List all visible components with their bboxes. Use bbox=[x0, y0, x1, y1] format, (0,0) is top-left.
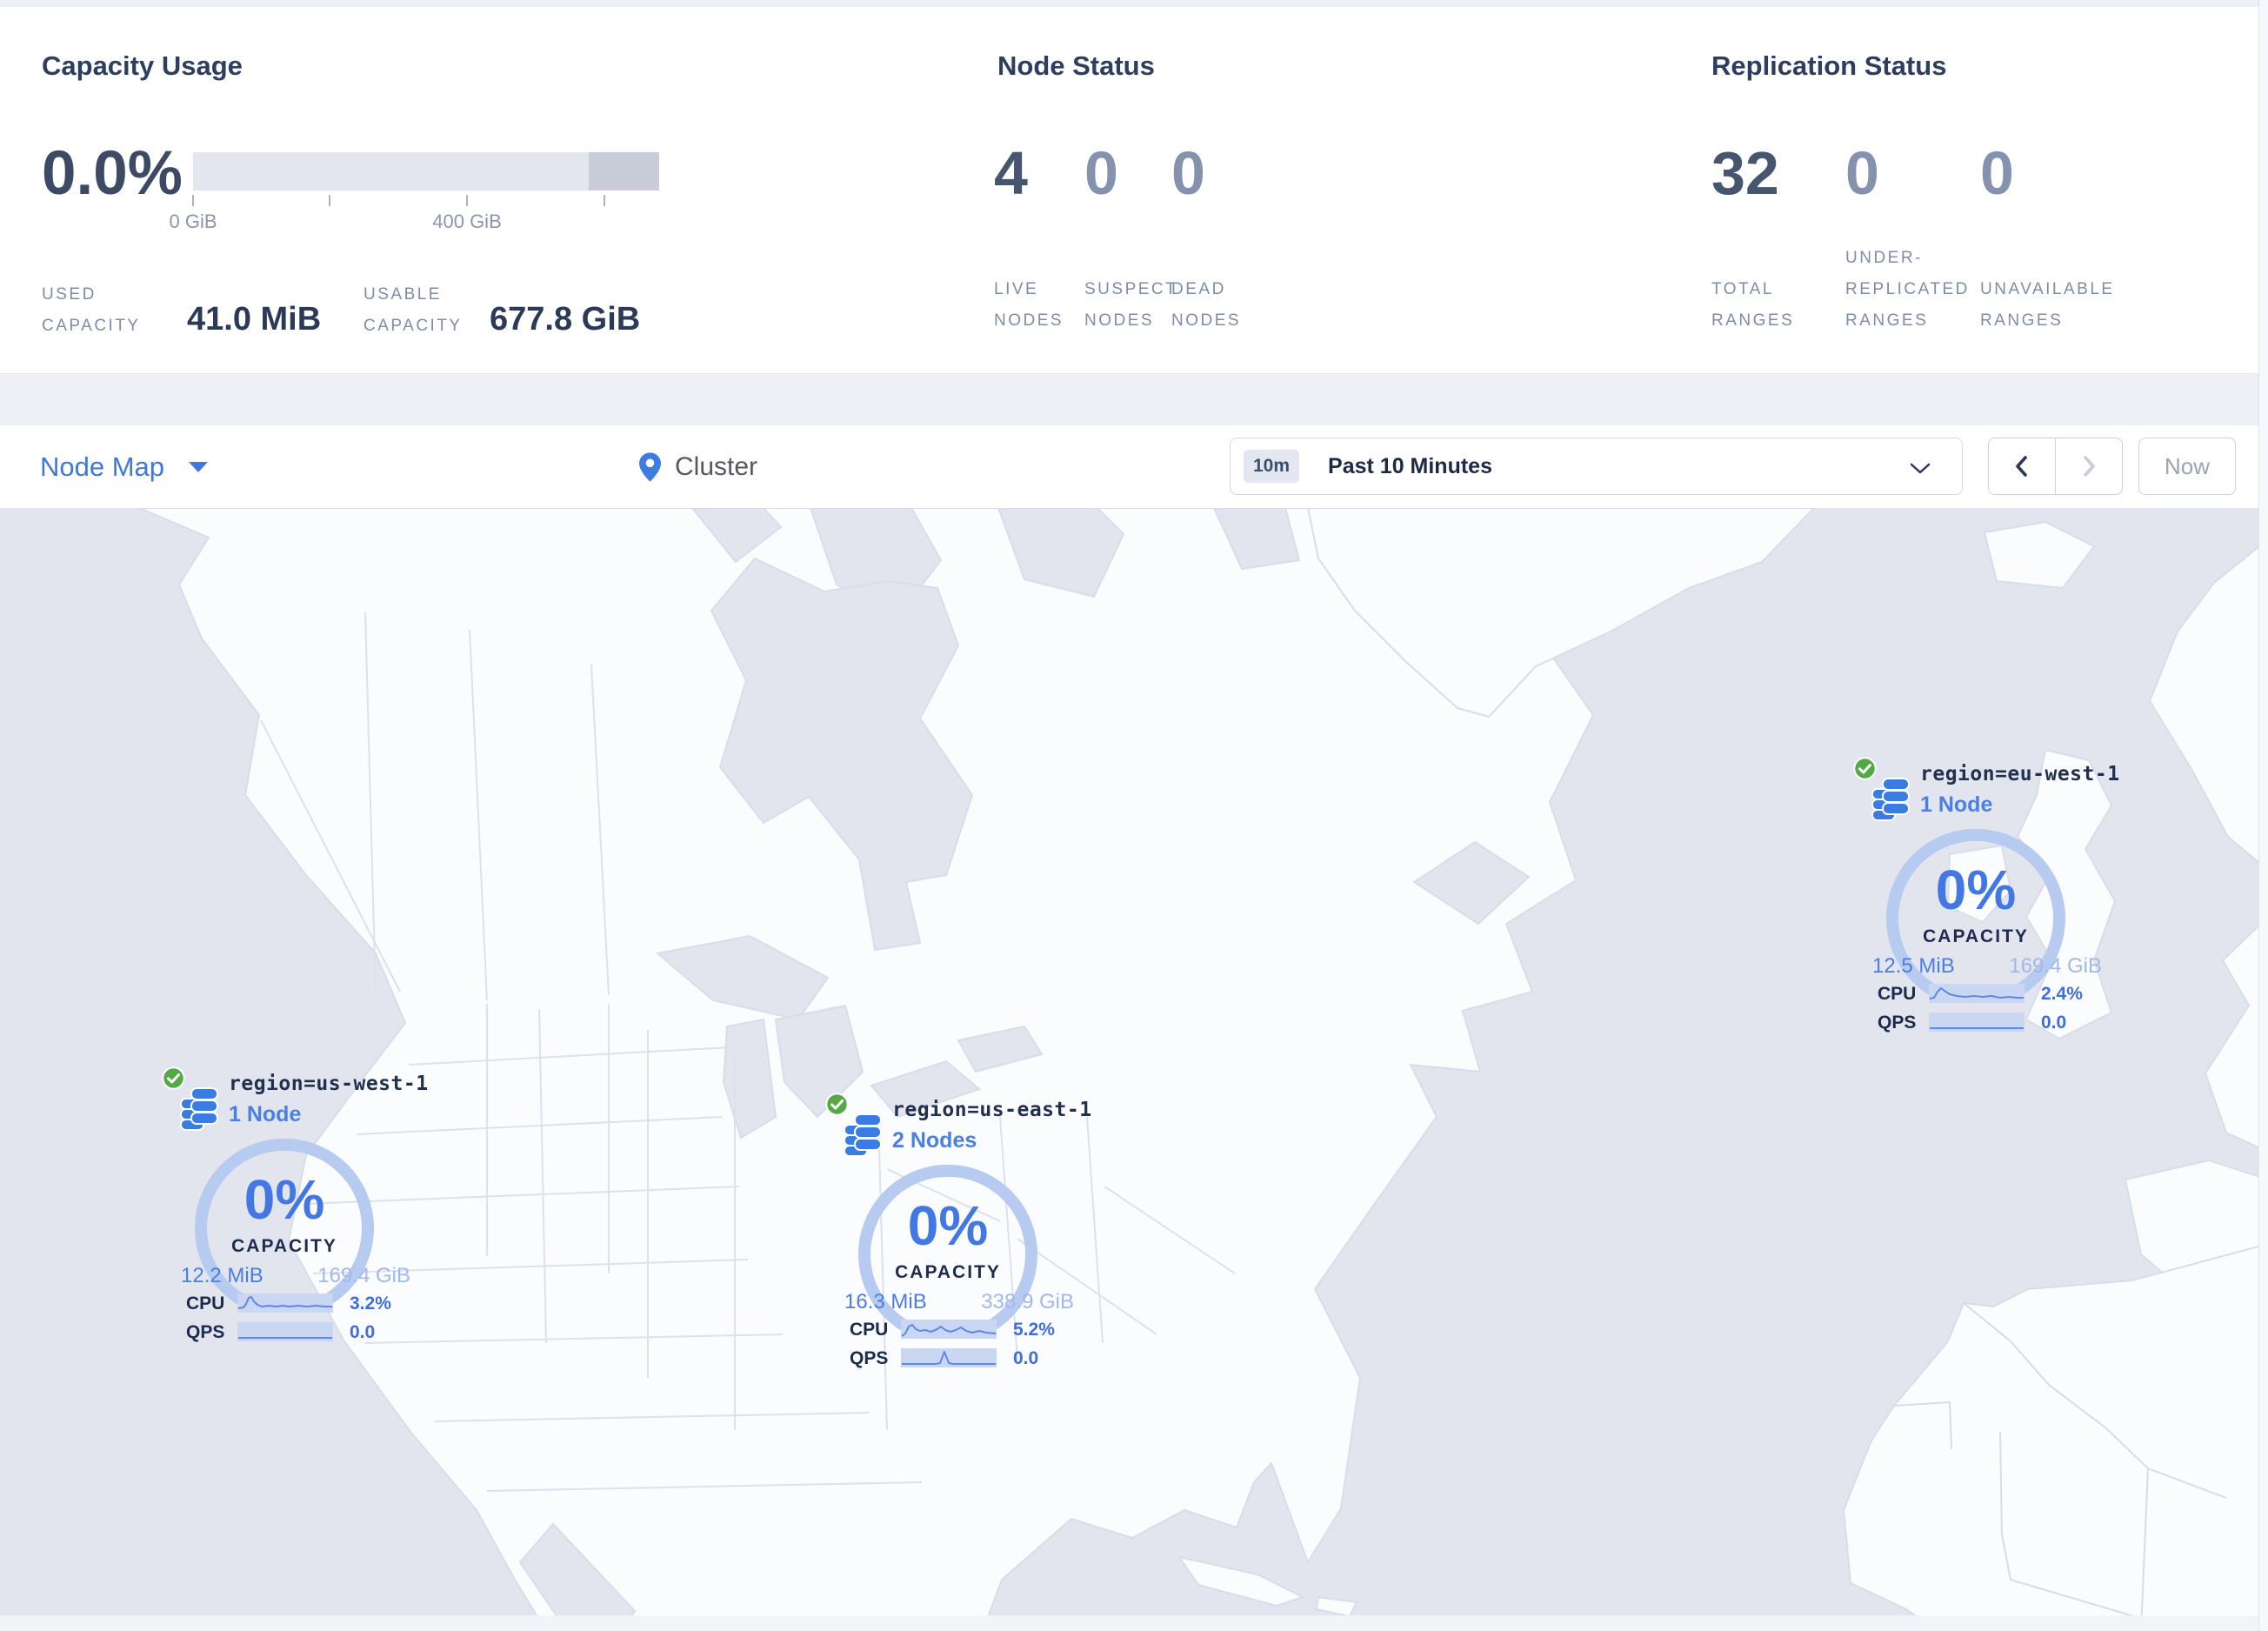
node-marker[interactable]: region=us-east-1 2 Nodes 0% CAPACITY 16.… bbox=[794, 1092, 1094, 1392]
cpu-sparkline bbox=[901, 1320, 997, 1339]
capacity-bar-segment bbox=[589, 152, 659, 191]
used-capacity-value: 41.0 MiB bbox=[187, 301, 322, 338]
capacity-tick bbox=[604, 195, 605, 206]
caret-down-icon bbox=[189, 461, 209, 472]
node-count-link[interactable]: 2 Nodes bbox=[892, 1128, 977, 1153]
cpu-label: CPU bbox=[1878, 984, 1917, 1004]
replication-status-title: Replication Status bbox=[1711, 50, 1947, 81]
total-capacity: 169.4 GiB bbox=[2009, 954, 2102, 978]
total-capacity: 169.4 GiB bbox=[317, 1264, 410, 1287]
capacity-bar bbox=[193, 152, 659, 191]
node-marker[interactable]: region=us-west-1 1 Node 0% CAPACITY 12.2… bbox=[130, 1066, 430, 1366]
qps-label: QPS bbox=[186, 1322, 225, 1342]
qps-value: 0.0 bbox=[350, 1322, 376, 1342]
breadcrumb[interactable]: Cluster bbox=[639, 425, 757, 508]
live-nodes-value: 4 bbox=[994, 139, 1028, 207]
time-pager bbox=[1988, 438, 2123, 495]
cpu-sparkline bbox=[1929, 984, 2025, 1003]
region-label: region=us-east-1 bbox=[892, 1099, 1092, 1121]
cpu-sparkline bbox=[237, 1293, 333, 1313]
qps-sparkline bbox=[901, 1348, 997, 1367]
cpu-label: CPU bbox=[850, 1320, 889, 1340]
scrollbar-track[interactable] bbox=[2258, 0, 2268, 1631]
capacity-tick-label-400: 400 GiB bbox=[432, 211, 502, 232]
map-toolbar: Node Map Cluster 10m Past 10 Minutes Now bbox=[0, 425, 2268, 509]
region-label: region=eu-west-1 bbox=[1920, 763, 2120, 785]
capacity-percent: 0.0% bbox=[42, 139, 183, 208]
capacity-tick bbox=[329, 195, 330, 206]
suspect-nodes-value: 0 bbox=[1084, 139, 1118, 207]
chevron-right-icon bbox=[2084, 456, 2095, 477]
database-stack-icon bbox=[1871, 778, 1910, 821]
database-stack-icon bbox=[180, 1087, 218, 1131]
capacity-usage-title: Capacity Usage bbox=[42, 50, 243, 81]
qps-label: QPS bbox=[850, 1348, 889, 1368]
view-selector-label: Node Map bbox=[40, 451, 165, 482]
dead-nodes-label: DEAD NODES bbox=[1171, 280, 1242, 330]
cpu-value: 2.4% bbox=[2041, 984, 2083, 1004]
map-footer-strip bbox=[0, 1615, 2268, 1631]
capacity-caption: CAPACITY bbox=[231, 1236, 337, 1256]
total-capacity: 338.9 GiB bbox=[981, 1290, 1074, 1313]
time-range-badge: 10m bbox=[1244, 450, 1300, 483]
chevron-down-icon bbox=[1910, 463, 1931, 474]
dead-nodes-value: 0 bbox=[1171, 139, 1205, 207]
node-marker[interactable]: region=eu-west-1 1 Node 0% CAPACITY 12.5… bbox=[1822, 756, 2122, 1056]
under-replicated-label: UNDER-REPLICATED RANGES bbox=[1845, 249, 1970, 330]
capacity-caption: CAPACITY bbox=[1923, 926, 2029, 946]
capacity-tick-label-0: 0 GiB bbox=[169, 211, 217, 232]
cluster-summary-panel: Capacity Usage 0.0% 0 GiB 400 GiB USED C… bbox=[0, 7, 2268, 374]
now-button[interactable]: Now bbox=[2138, 438, 2236, 495]
qps-label: QPS bbox=[1878, 1013, 1917, 1033]
used-capacity: 12.5 MiB bbox=[1872, 954, 1955, 978]
used-capacity: 16.3 MiB bbox=[844, 1290, 927, 1313]
under-replicated-value: 0 bbox=[1845, 139, 1879, 207]
map-pin-icon bbox=[639, 451, 661, 482]
used-capacity-label: USED CAPACITY bbox=[42, 285, 141, 335]
capacity-percent: 0% bbox=[1935, 859, 2017, 921]
usable-capacity-value: 677.8 GiB bbox=[490, 301, 641, 338]
breadcrumb-label: Cluster bbox=[675, 451, 758, 481]
used-capacity: 12.2 MiB bbox=[181, 1264, 263, 1287]
node-status-title: Node Status bbox=[997, 50, 1155, 81]
capacity-caption: CAPACITY bbox=[895, 1262, 1001, 1282]
usable-capacity-label: USABLE CAPACITY bbox=[364, 285, 463, 335]
live-nodes-label: LIVE NODES bbox=[994, 280, 1064, 330]
qps-sparkline bbox=[237, 1322, 333, 1341]
qps-value: 0.0 bbox=[2041, 1013, 2067, 1033]
node-map[interactable]: region=us-west-1 1 Node 0% CAPACITY 12.2… bbox=[0, 508, 2268, 1631]
chevron-left-icon bbox=[2016, 456, 2027, 477]
total-ranges-value: 32 bbox=[1711, 139, 1779, 207]
cpu-value: 5.2% bbox=[1013, 1320, 1055, 1340]
capacity-tick bbox=[192, 195, 194, 206]
capacity-percent: 0% bbox=[243, 1168, 325, 1231]
unavailable-label: UNAVAILABLE RANGES bbox=[1980, 280, 2115, 330]
view-selector-dropdown[interactable]: Node Map bbox=[40, 425, 209, 508]
qps-value: 0.0 bbox=[1013, 1348, 1039, 1368]
cpu-value: 3.2% bbox=[350, 1293, 391, 1313]
prev-time-button[interactable] bbox=[1989, 438, 2056, 494]
time-range-dropdown[interactable]: 10m Past 10 Minutes bbox=[1230, 438, 1963, 495]
node-count-link[interactable]: 1 Node bbox=[1920, 792, 1992, 818]
capacity-tick bbox=[466, 195, 468, 206]
time-range-label: Past 10 Minutes bbox=[1328, 453, 1492, 478]
node-count-link[interactable]: 1 Node bbox=[229, 1102, 301, 1127]
cpu-label: CPU bbox=[186, 1293, 225, 1313]
region-label: region=us-west-1 bbox=[229, 1073, 429, 1095]
unavailable-value: 0 bbox=[1980, 139, 2014, 207]
database-stack-icon bbox=[844, 1113, 882, 1157]
next-time-button[interactable] bbox=[2056, 438, 2122, 494]
qps-sparkline bbox=[1929, 1013, 2025, 1032]
capacity-percent: 0% bbox=[907, 1194, 989, 1257]
total-ranges-label: TOTAL RANGES bbox=[1711, 280, 1795, 330]
